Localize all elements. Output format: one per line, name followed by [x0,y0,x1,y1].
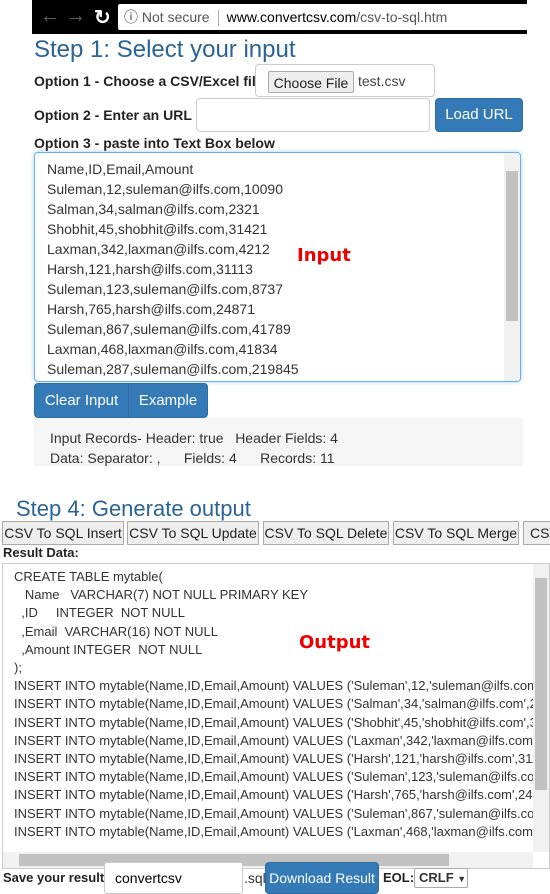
output-line: INSERT INTO mytable(Name,ID,Email,Amount… [14,805,546,821]
reload-icon[interactable]: ↻ [94,5,111,30]
forward-icon[interactable]: → [66,5,86,28]
output-line: INSERT INTO mytable(Name,ID,Email,Amount… [14,787,547,803]
back-icon[interactable]: ← [40,5,60,28]
option1-label: Option 1 - Choose a CSV/Excel file [34,73,264,89]
choose-file-button[interactable]: Choose File [268,71,354,93]
url-input[interactable] [196,98,430,132]
input-line: Suleman,123,suleman@ilfs.com,8737 [47,281,284,297]
browser-toolbar: ← → ↻ ⓘ Not secure www.convertcsv.com/csv… [32,0,527,34]
input-line: Suleman,867,suleman@ilfs.com,41789 [47,321,291,337]
output-line: INSERT INTO mytable(Name,ID,Email,Amount… [14,696,545,712]
input-annotation: Input [297,245,351,266]
output-line: INSERT INTO mytable(Name,ID,Email,Amount… [14,678,545,694]
output-line: CREATE TABLE mytable( [14,569,163,584]
result-data-label: Result Data: [3,545,79,560]
output-line: Name VARCHAR(7) NOT NULL PRIMARY KEY [14,587,309,603]
url-host: www.convertcsv.com [226,9,357,25]
output-line: ,Amount INTEGER NOT NULL [14,641,203,657]
input-line: Suleman,287,suleman@ilfs.com,219845 [47,361,299,377]
load-url-button[interactable]: Load URL [435,98,523,132]
not-secure-label: Not secure [141,9,210,25]
option3-label: Option 3 - paste into Text Box below [34,135,275,151]
output-line: INSERT INTO mytable(Name,ID,Email,Amount… [14,769,546,785]
input-line: Harsh,765,harsh@ilfs.com,24871 [47,301,255,317]
file-name: test.csv [358,73,406,89]
input-line: Harsh,121,harsh@ilfs.com,31113 [47,261,253,277]
input-scrollbar[interactable] [504,153,520,381]
dropdown-arrow-icon: ▼ [457,874,467,884]
output-line: INSERT INTO mytable(Name,ID,Email,Amount… [14,714,545,730]
convert-button-2[interactable]: CSV To SQL Delete [263,521,389,545]
convert-button-3[interactable]: CSV To SQL Merge [393,521,519,545]
output-line: INSERT INTO mytable(Name,ID,Email,Amount… [14,823,547,839]
output-annotation: Output [299,632,371,653]
convert-button-1[interactable]: CSV To SQL Update [127,521,259,545]
eol-label: EOL: [383,870,415,885]
filename-input[interactable] [104,862,243,894]
input-line: Suleman,12,suleman@ilfs.com,10090 [47,181,284,197]
output-line: ,Email VARCHAR(16) NOT NULL [14,623,218,639]
option2-label: Option 2 - Enter an URL [34,107,192,123]
url-path: /csv-to-sql.htm [356,9,448,25]
address-bar[interactable]: ⓘ Not secure www.convertcsv.com/csv-to-sq… [118,4,527,30]
save-result-label: Save your result: [3,870,109,885]
eol-select[interactable]: CRLF ▼ [414,868,468,888]
csv-input-textarea[interactable]: Name,ID,Email,Amount Suleman,12,suleman@i… [34,152,521,382]
clear-input-button[interactable]: Clear Input [34,383,129,418]
file-input[interactable]: Choose File test.csv [255,64,435,97]
output-vertical-scrollbar[interactable] [533,564,549,852]
input-line: Laxman,342,laxman@ilfs.com,4212 [47,241,270,257]
extension-label: .sql [244,870,266,886]
stats-line-2: Data: Separator: , Fields: 4 Records: 11 [50,450,335,466]
input-line: Name,ID,Email,Amount [47,161,194,177]
example-button[interactable]: Example [128,383,208,418]
result-textarea[interactable]: CREATE TABLE mytable( Name VARCHAR(7) NO… [2,563,550,869]
input-line: Salman,34,salman@ilfs.com,2321 [47,201,260,217]
output-line: ); [14,660,22,675]
download-result-button[interactable]: Download Result [265,862,379,894]
stats-line-1: Input Records- Header: true Header Field… [50,430,338,446]
step4-title: Step 4: Generate output [16,496,251,521]
output-line: INSERT INTO mytable(Name,ID,Email,Amount… [14,751,546,766]
input-line: Laxman,468,laxman@ilfs.com,41834 [47,341,278,357]
output-line: INSERT INTO mytable(Name,ID,Email,Amount… [14,732,547,748]
input-line: Shobhit,45,shobhit@ilfs.com,31421 [47,221,268,237]
convert-button-4[interactable]: CSV [523,521,550,545]
step1-title: Step 1: Select your input [34,36,296,63]
input-stats-panel: Input Records- Header: true Header Field… [34,418,523,466]
output-line: ,ID INTEGER NOT NULL [14,605,185,621]
info-icon: ⓘ [124,9,138,25]
convert-button-0[interactable]: CSV To SQL Insert [2,521,124,545]
eol-value: CRLF [419,870,454,885]
